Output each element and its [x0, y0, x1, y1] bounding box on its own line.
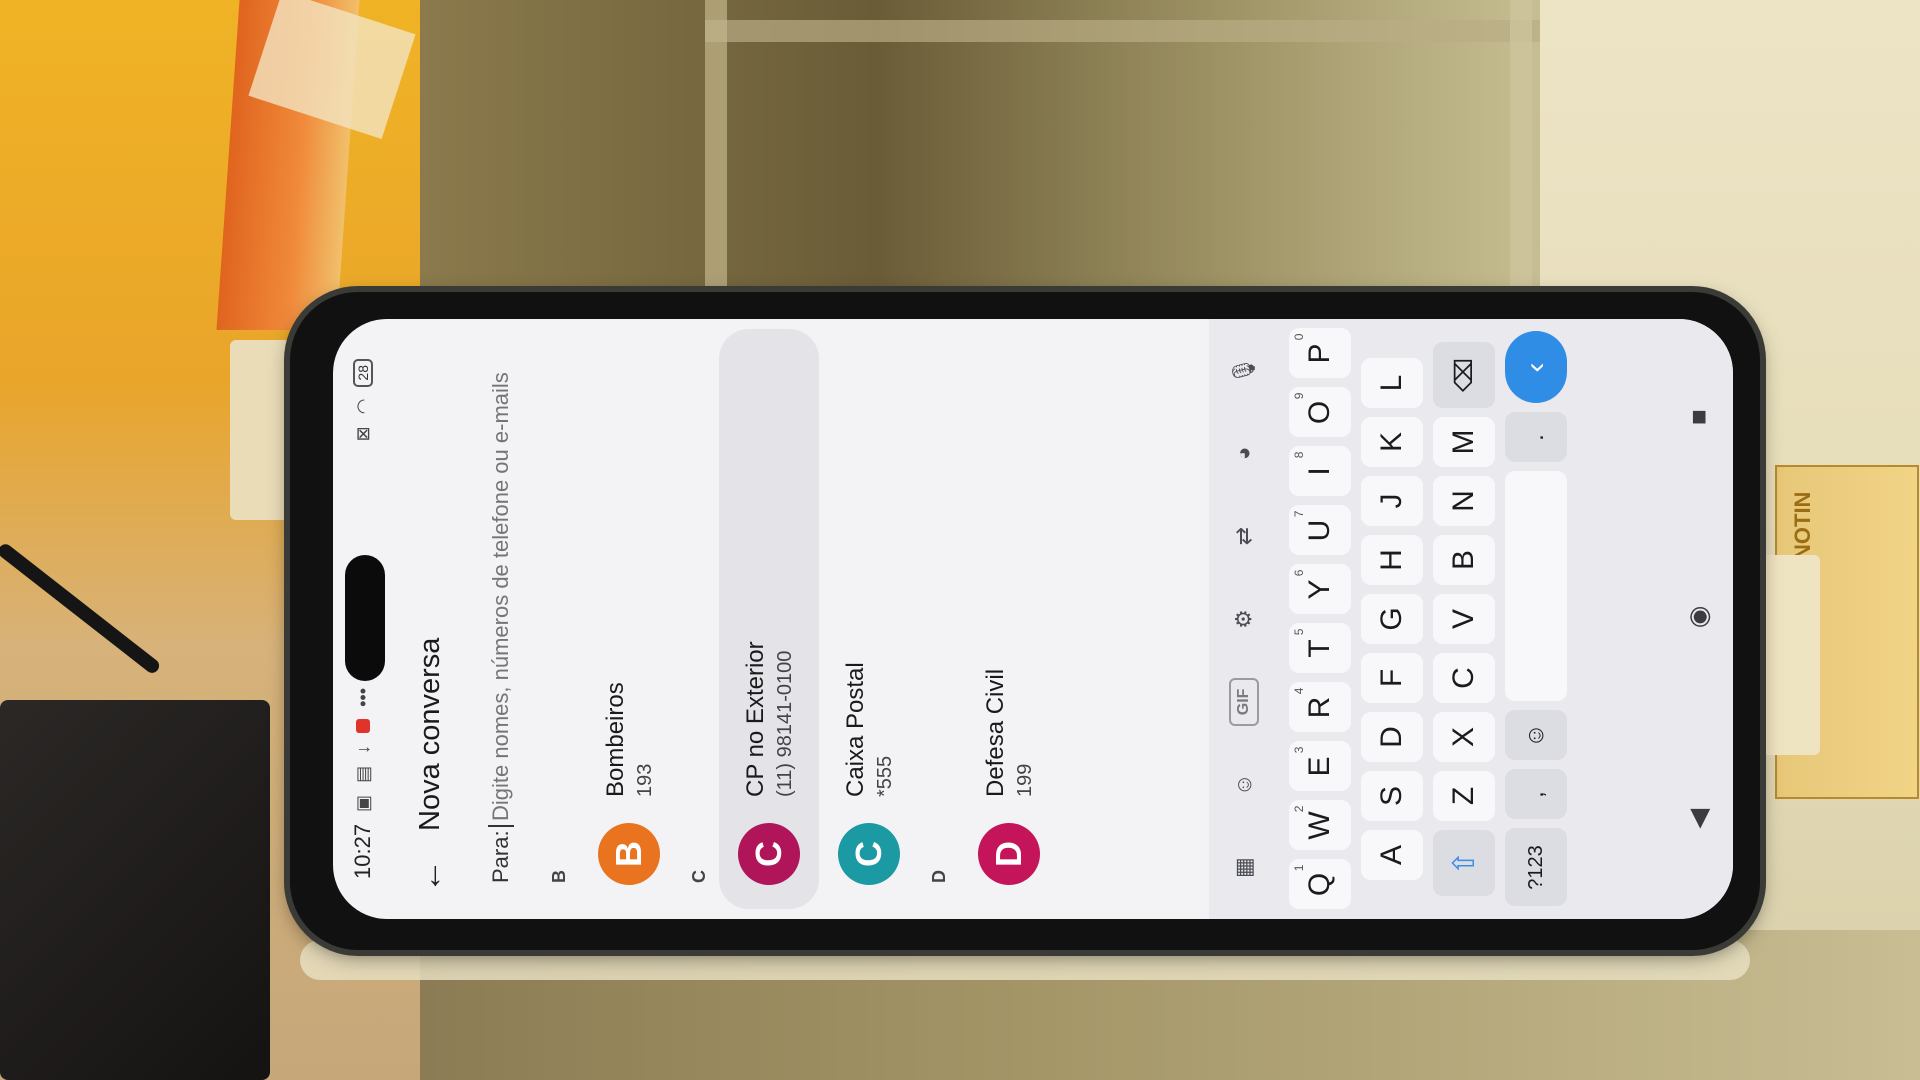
key-h[interactable]: H — [1361, 535, 1423, 585]
phone-clamp-top — [230, 340, 290, 520]
section-header: D — [929, 870, 949, 883]
warning-label-text: NOTIN — [1790, 491, 1815, 560]
recording-icon — [356, 718, 370, 733]
key-a[interactable]: A — [1361, 830, 1423, 880]
camera-cutout — [345, 555, 385, 681]
app-header: ← Nova conversa — [395, 319, 465, 919]
key-p[interactable]: P0 — [1289, 328, 1351, 379]
dark-device-box — [0, 700, 270, 1080]
translate-icon[interactable]: ⇄ — [1220, 512, 1268, 560]
contact-number: *555 — [873, 755, 896, 797]
key-f[interactable]: F — [1361, 653, 1423, 703]
contact-item[interactable]: B Bombeiros 193 — [579, 329, 679, 909]
apps-grid-icon[interactable]: ▦ — [1220, 844, 1268, 892]
sticker-icon[interactable]: ☺ — [1220, 761, 1268, 809]
key-o[interactable]: O9 — [1289, 387, 1351, 438]
phone-clamp-bottom — [1755, 555, 1820, 755]
contact-name: Caixa Postal — [841, 662, 869, 797]
download-icon: ↓ — [352, 744, 373, 754]
key-y[interactable]: Y6 — [1289, 564, 1351, 615]
contact-item[interactable]: C CP no Exterior (11) 98141-0100 — [719, 329, 819, 909]
key-g[interactable]: G — [1361, 594, 1423, 644]
back-arrow-icon[interactable]: ← — [411, 849, 450, 893]
navigation-bar: ◀ ◉ ■ — [1663, 319, 1733, 919]
space-bar[interactable] — [1505, 471, 1567, 702]
key-i[interactable]: I8 — [1289, 446, 1351, 497]
contact-number: 199 — [1013, 763, 1036, 797]
gif-button[interactable]: GIF — [1229, 677, 1259, 726]
key-q[interactable]: Q1 — [1289, 859, 1351, 910]
key-b[interactable]: B — [1433, 535, 1495, 585]
home-circle-icon[interactable]: ◉ — [1683, 606, 1714, 629]
recents-square-icon[interactable]: ■ — [1683, 409, 1714, 425]
keyboard-row-2: A S D F G H J K L — [1361, 319, 1423, 919]
key-k[interactable]: K — [1361, 417, 1423, 467]
keyboard-toolbar: ▦ ☺ GIF ⚙ ⇄ ◕ 🎙 — [1209, 319, 1279, 919]
key-t[interactable]: T5 — [1289, 623, 1351, 674]
contact-item[interactable]: C Caixa Postal *555 — [819, 329, 919, 909]
settings-gear-icon[interactable]: ⚙ — [1220, 595, 1268, 643]
key-v[interactable]: V — [1433, 594, 1495, 644]
palette-icon[interactable]: ◕ — [1220, 429, 1268, 477]
window-frame — [705, 0, 727, 300]
section-header: C — [689, 870, 709, 883]
contact-name: Defesa Civil — [981, 668, 1009, 797]
key-w[interactable]: W2 — [1289, 800, 1351, 851]
section-header: B — [549, 870, 569, 883]
phone-screen: 10:27 ▣ ▤ ↓ ••• ⊠ ◠ 28 ← Nova conversa P… — [333, 319, 1733, 919]
avatar: B — [598, 823, 660, 885]
keyboard-row-3: ⇧ Z X C V B N M ⌫ — [1433, 319, 1495, 919]
key-j[interactable]: J — [1361, 476, 1423, 526]
key-d[interactable]: D — [1361, 712, 1423, 762]
recipient-row: Para: — [471, 319, 531, 919]
page-title: Nova conversa — [413, 637, 446, 831]
on-screen-keyboard: ▦ ☺ GIF ⚙ ⇄ ◕ 🎙 Q1 W2 E3 R4 T5 Y6 U7 I8 … — [1209, 319, 1733, 919]
key-n[interactable]: N — [1433, 476, 1495, 526]
shift-arrow-icon[interactable]: ⇧ — [1433, 830, 1495, 896]
key-m[interactable]: M — [1433, 417, 1495, 467]
key-r[interactable]: R4 — [1289, 682, 1351, 733]
key-x[interactable]: X — [1433, 712, 1495, 762]
sim-icon: ⊠ — [352, 426, 373, 442]
contact-name: CP no Exterior — [741, 641, 769, 797]
contact-item[interactable]: D Defesa Civil 199 — [959, 329, 1059, 909]
emoji-icon[interactable]: ☺ — [1505, 710, 1567, 761]
battery-icon: 28 — [353, 359, 373, 387]
recipient-label: Para: — [488, 830, 513, 883]
key-e[interactable]: E3 — [1289, 741, 1351, 792]
text-caret — [488, 825, 514, 827]
notification-icon: ▤ — [352, 765, 373, 783]
status-time: 10:27 — [350, 823, 375, 879]
notification-icon: ▣ — [352, 794, 373, 812]
key-z[interactable]: Z — [1433, 771, 1495, 821]
recipient-input[interactable] — [487, 319, 515, 823]
microphone-icon[interactable]: 🎙 — [1220, 347, 1268, 395]
avatar: C — [838, 823, 900, 885]
key-s[interactable]: S — [1361, 771, 1423, 821]
keyboard-row-4: ?123 , ☺ . ‹ — [1505, 319, 1567, 919]
key-c[interactable]: C — [1433, 653, 1495, 703]
contact-name: Bombeiros — [601, 682, 629, 797]
more-dots-icon: ••• — [352, 688, 373, 707]
wifi-icon: ◠ — [352, 398, 373, 415]
keyboard-row-1: Q1 W2 E3 R4 T5 Y6 U7 I8 O9 P0 — [1289, 319, 1351, 919]
key-u[interactable]: U7 — [1289, 505, 1351, 556]
contact-number: 193 — [633, 763, 656, 797]
back-triangle-icon[interactable]: ◀ — [1683, 809, 1714, 829]
numbers-key[interactable]: ?123 — [1505, 828, 1567, 907]
enter-chevron-icon[interactable]: ‹ — [1505, 331, 1567, 404]
contact-list: B B Bombeiros 193 C C CP no Exterior (11… — [539, 319, 1059, 919]
window-frame — [1510, 0, 1532, 300]
comma-key[interactable]: , — [1505, 769, 1567, 820]
avatar: D — [978, 823, 1040, 885]
period-key[interactable]: . — [1505, 412, 1567, 463]
background-window — [420, 0, 1560, 310]
backspace-icon[interactable]: ⌫ — [1433, 342, 1495, 408]
key-l[interactable]: L — [1361, 358, 1423, 408]
avatar: C — [738, 823, 800, 885]
contact-number: (11) 98141-0100 — [773, 650, 796, 797]
